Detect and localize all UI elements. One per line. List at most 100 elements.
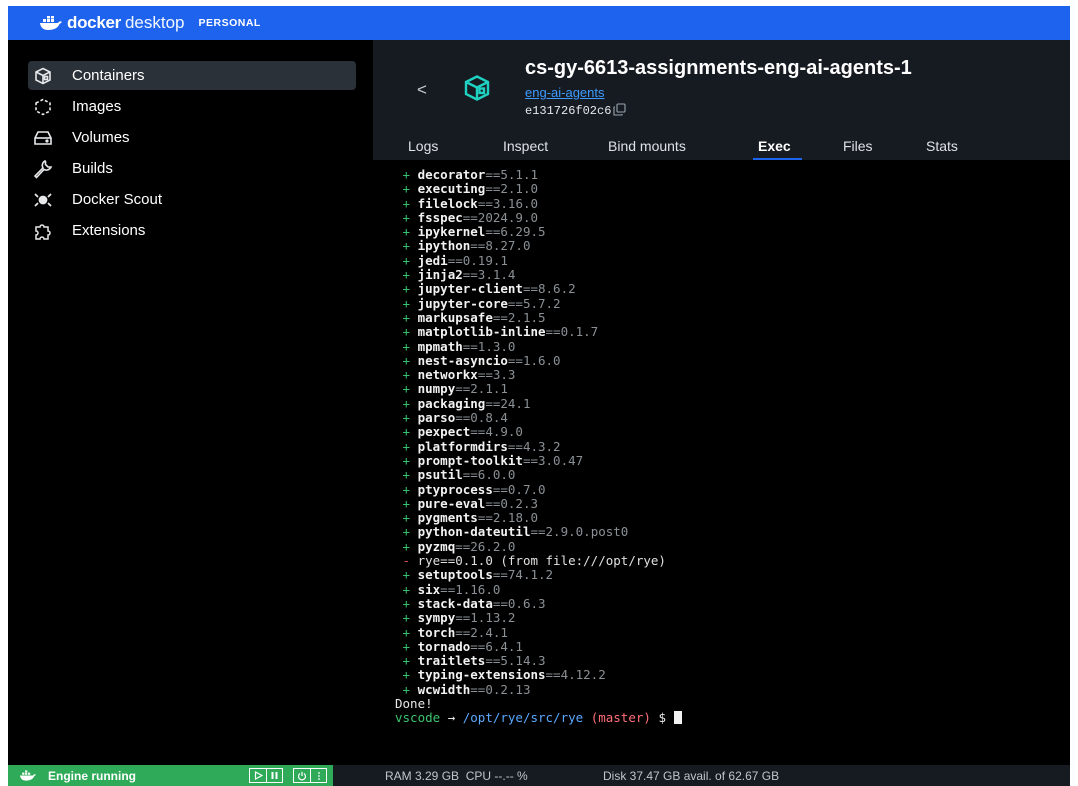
package-change-sign: + — [402, 352, 411, 368]
docker-desktop-window: docker desktop PERSONAL Containers Image… — [8, 6, 1070, 786]
shell-prompt[interactable]: vscode → /opt/rye/src/rye (master) $ — [395, 711, 1070, 725]
package-version: ==1.13.2 — [455, 610, 516, 626]
package-line: + networkx==3.3 — [395, 368, 1070, 382]
package-version: ==1.16.0 — [440, 581, 501, 597]
pause-icon[interactable] — [266, 769, 282, 782]
sidebar-item-builds[interactable]: Builds — [28, 154, 356, 183]
tab-exec[interactable]: Exec — [758, 138, 791, 154]
sidebar-item-docker-scout[interactable]: Docker Scout — [28, 185, 356, 214]
package-name: jupyter-core — [417, 295, 508, 311]
package-line: + jinja2==3.1.4 — [395, 267, 1070, 283]
docker-whale-icon — [20, 770, 36, 781]
images-icon — [32, 96, 54, 118]
sidebar-item-label: Docker Scout — [72, 191, 163, 208]
subscription-tier: PERSONAL — [198, 17, 261, 29]
package-name: six — [417, 581, 441, 597]
package-line: + sympy==1.13.2 — [395, 611, 1070, 625]
package-name: pexpect — [417, 424, 471, 440]
package-change-sign: + — [402, 452, 411, 468]
container-tabs: Logs Inspect Bind mounts Exec Files Stat… — [373, 132, 1070, 160]
package-change-sign: + — [402, 653, 411, 669]
package-change-sign: + — [402, 267, 411, 283]
package-name: psutil — [417, 467, 463, 483]
sidebar-item-images[interactable]: Images — [28, 92, 356, 121]
back-button[interactable]: < — [417, 80, 427, 100]
package-version: ==3.16.0 — [477, 195, 539, 211]
package-line: + pexpect==4.9.0 — [395, 425, 1070, 439]
package-version: ==5.7.2 — [507, 295, 561, 311]
package-line: + jedi==0.19.1 — [395, 252, 1070, 268]
package-name: typing-extensions — [417, 667, 546, 683]
package-change-sign: + — [402, 624, 411, 640]
package-change-sign: + — [402, 510, 411, 526]
container-icon — [32, 65, 54, 87]
package-line: + ptyprocess==0.7.0 — [395, 481, 1070, 497]
brand-docker: docker — [67, 13, 121, 32]
package-change-sign: + — [402, 295, 411, 311]
tab-logs[interactable]: Logs — [408, 138, 438, 154]
prompt-symbol: $ — [658, 710, 666, 726]
done-line: Done! — [395, 695, 433, 711]
package-change-sign: + — [402, 524, 411, 540]
package-change-sign: + — [402, 167, 411, 182]
package-change-sign: + — [402, 481, 411, 497]
cpu-usage: CPU --.-- % — [465, 769, 528, 783]
copy-icon[interactable] — [613, 103, 626, 116]
package-version: ==24.1 — [485, 395, 531, 411]
package-name: ipython — [417, 238, 471, 254]
package-line: + fsspec==2024.9.0 — [395, 209, 1070, 225]
tab-stats[interactable]: Stats — [926, 138, 958, 154]
package-line: + jupyter-core==5.7.2 — [395, 295, 1070, 311]
package-change-sign: + — [402, 467, 411, 483]
package-line: + jupyter-client==8.6.2 — [395, 282, 1070, 296]
package-change-sign: + — [402, 538, 411, 554]
wrench-icon — [32, 158, 54, 180]
play-icon[interactable] — [250, 769, 266, 782]
tab-files[interactable]: Files — [843, 138, 873, 154]
package-name: pyzmq — [417, 538, 456, 554]
tab-bind-mounts[interactable]: Bind mounts — [608, 138, 686, 154]
package-version: ==0.2.3 — [485, 495, 539, 511]
package-version: ==3.1.4 — [462, 267, 516, 283]
package-version: ==0.1.0 (from file:///opt/rye) — [440, 553, 666, 569]
package-change-sign: + — [402, 395, 411, 411]
package-name: jupyter-client — [417, 281, 523, 297]
package-change-sign: + — [402, 610, 411, 626]
sidebar-item-extensions[interactable]: Extensions — [28, 216, 356, 245]
package-line: + wcwidth==0.2.13 — [395, 682, 1070, 697]
package-name: jedi — [417, 252, 448, 268]
more-icon[interactable] — [310, 769, 326, 782]
package-change-sign: + — [402, 324, 411, 340]
engine-power-controls — [293, 768, 327, 783]
package-version: ==4.3.2 — [507, 438, 561, 454]
package-line: + decorator==5.1.1 — [395, 167, 1070, 182]
package-line: + stack-data==0.6.3 — [395, 596, 1070, 611]
sidebar-item-containers[interactable]: Containers — [28, 61, 356, 90]
package-version: ==1.3.0 — [462, 338, 516, 354]
package-change-sign: + — [402, 667, 411, 683]
sidebar-item-volumes[interactable]: Volumes — [28, 123, 356, 152]
package-name: fsspec — [417, 209, 463, 225]
package-line: + executing==2.1.0 — [395, 182, 1070, 196]
power-icon[interactable] — [294, 769, 310, 782]
package-line: + packaging==24.1 — [395, 395, 1070, 411]
puzzle-icon — [32, 220, 54, 242]
project-link[interactable]: eng-ai-agents — [525, 85, 605, 100]
package-line: + ipykernel==6.29.5 — [395, 225, 1070, 239]
package-line: + torch==2.4.1 — [395, 624, 1070, 640]
package-version: ==0.7.0 — [492, 481, 546, 497]
package-line: + nest-asyncio==1.6.0 — [395, 352, 1070, 368]
tab-inspect[interactable]: Inspect — [503, 138, 548, 154]
package-change-sign: + — [402, 338, 411, 354]
exec-terminal[interactable]: + decorator==5.1.1 + executing==2.1.0 + … — [373, 160, 1070, 765]
package-change-sign: + — [402, 638, 411, 654]
package-line: - rye==0.1.0 (from file:///opt/rye) — [395, 553, 1070, 569]
package-change-sign: + — [402, 381, 411, 397]
package-name: python-dateutil — [417, 524, 531, 540]
scout-icon — [32, 189, 54, 211]
package-line: + psutil==6.0.0 — [395, 468, 1070, 482]
package-change-sign: + — [402, 224, 411, 240]
package-version: ==0.19.1 — [447, 252, 508, 268]
sidebar: Containers Images Volumes Builds Docker … — [8, 40, 373, 765]
package-name: ptyprocess — [417, 481, 493, 497]
